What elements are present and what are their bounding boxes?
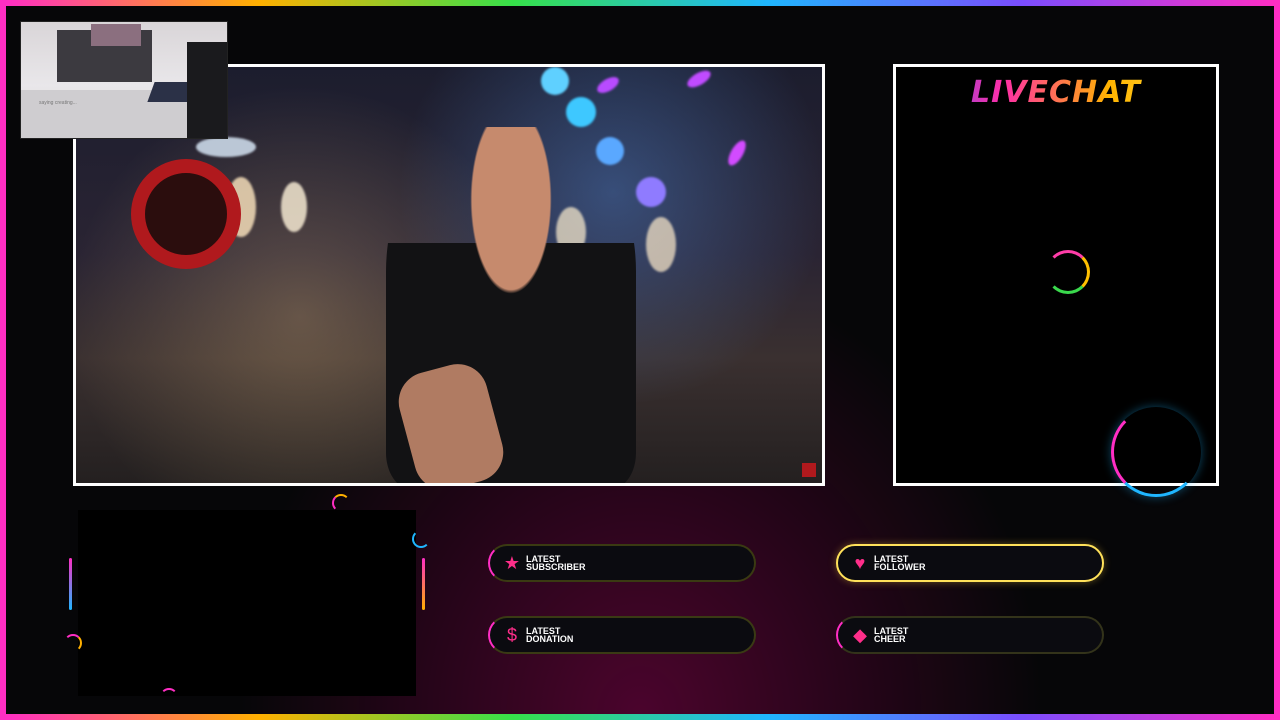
latest-donation-widget[interactable]: $ LATEST DONATION xyxy=(488,616,756,654)
glow-accent-line xyxy=(422,558,425,610)
bokeh-light xyxy=(196,137,256,157)
bokeh-light xyxy=(684,67,714,91)
widget-label-line2: CHEER xyxy=(874,634,906,644)
decorative-ring-icon xyxy=(1111,407,1201,497)
glow-accent-line xyxy=(69,558,72,610)
latest-donation-label: LATEST DONATION xyxy=(526,627,574,644)
dollar-icon: $ xyxy=(506,624,517,645)
loading-spinner-icon xyxy=(1046,250,1090,294)
overlay-frame: saying creating... LIVECHAT ★ LATEST SUB… xyxy=(0,0,1280,720)
webcam-caption: saying creating... xyxy=(39,100,77,106)
bokeh-light xyxy=(646,217,676,272)
bokeh-light xyxy=(566,97,596,127)
widget-label-line2: SUBSCRIBER xyxy=(526,562,586,572)
bokeh-light xyxy=(636,177,666,207)
bokeh-light xyxy=(541,67,569,95)
latest-follower-label: LATEST FOLLOWER xyxy=(874,555,926,572)
decorative-ring-icon xyxy=(160,688,178,706)
latest-subscriber-label: LATEST SUBSCRIBER xyxy=(526,555,586,572)
bokeh-light xyxy=(281,182,307,232)
alert-box-panel xyxy=(78,510,416,696)
latest-follower-widget[interactable]: ♥ LATEST FOLLOWER xyxy=(836,544,1104,582)
latest-cheer-widget[interactable]: ◆ LATEST CHEER xyxy=(836,616,1104,654)
bokeh-light xyxy=(594,73,622,97)
decorative-ring-icon xyxy=(64,634,82,652)
webcam-screen xyxy=(91,24,141,46)
speaker-prop xyxy=(131,159,241,269)
latest-subscriber-widget[interactable]: ★ LATEST SUBSCRIBER xyxy=(488,544,756,582)
widget-label-line2: FOLLOWER xyxy=(874,562,926,572)
bokeh-light xyxy=(724,137,750,169)
webcam-feed: saying creating... xyxy=(20,21,228,139)
widget-label-line2: DONATION xyxy=(526,634,574,644)
star-icon: ★ xyxy=(503,552,521,573)
heart-icon: ♥ xyxy=(854,552,866,573)
diamond-icon: ◆ xyxy=(853,624,867,645)
decorative-ring-icon xyxy=(332,494,350,512)
webcam-shadow xyxy=(187,42,227,138)
video-watermark-badge xyxy=(802,463,816,477)
decorative-ring-icon xyxy=(412,530,430,548)
livechat-panel[interactable]: LIVECHAT xyxy=(893,64,1219,497)
livechat-title: LIVECHAT xyxy=(896,75,1216,110)
latest-cheer-label: LATEST CHEER xyxy=(874,627,908,644)
